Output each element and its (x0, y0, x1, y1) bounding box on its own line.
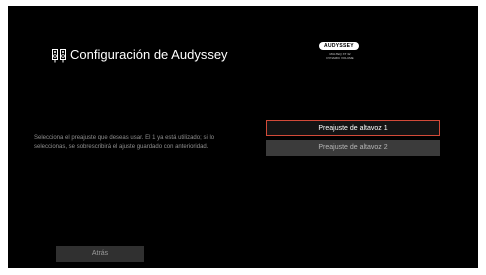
logo-line-2: DYNAMIC VOLUME (326, 56, 354, 60)
logo-brand: AUDYSSEY (319, 42, 359, 50)
page-title: Configuración de Audyssey (70, 47, 228, 62)
preset-button-2[interactable]: Preajuste de altavoz 2 (266, 140, 440, 156)
back-button[interactable]: Atrás (56, 246, 144, 262)
speaker-pair-icon (52, 49, 66, 63)
audyssey-logo: AUDYSSEY MULTEQ XT 32 DYNAMIC VOLUME (315, 42, 365, 64)
instruction-text: Selecciona el preajuste que deseas usar.… (34, 135, 215, 150)
setup-screen: Configuración de Audyssey AUDYSSEY MULTE… (8, 6, 478, 268)
preset-button-1[interactable]: Preajuste de altavoz 1 (266, 120, 440, 136)
